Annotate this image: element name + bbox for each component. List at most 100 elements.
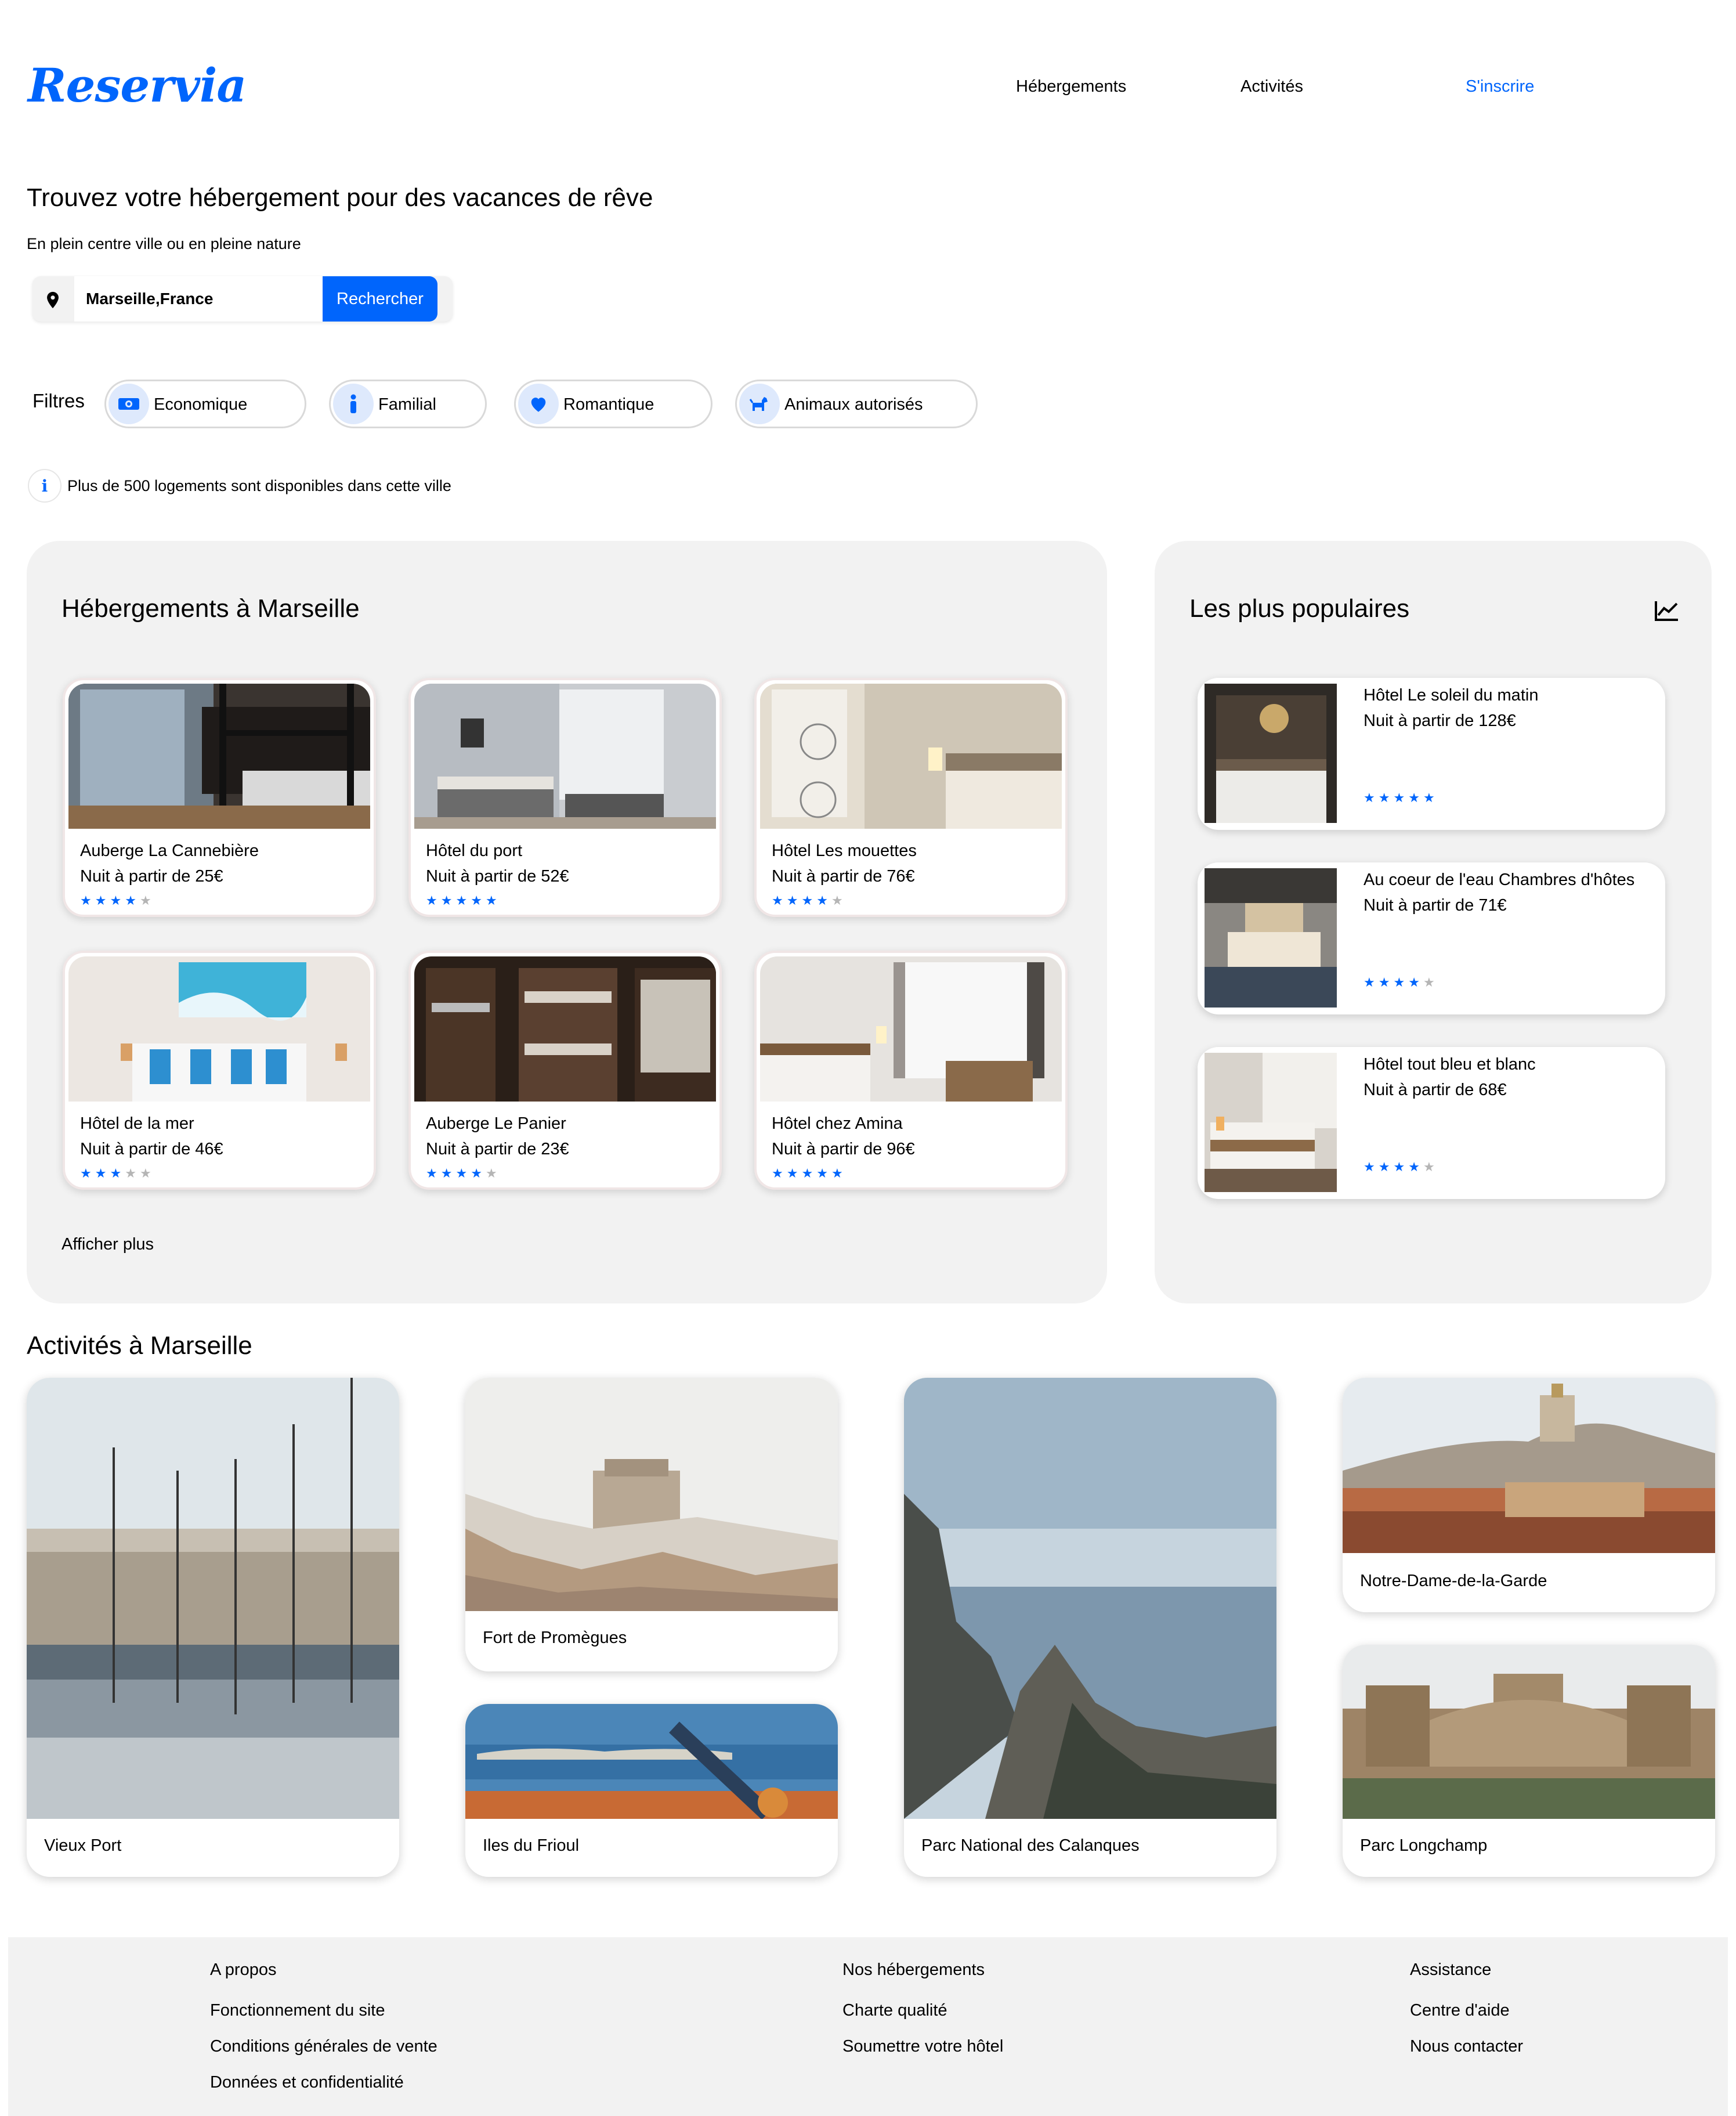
- accommodation-price: Nuit à partir de 46€: [80, 1140, 223, 1158]
- activity-photo: [1343, 1645, 1715, 1819]
- star-filled-icon: ★: [772, 893, 783, 908]
- star-filled-icon: ★: [95, 1166, 107, 1180]
- accommodation-price: Nuit à partir de 25€: [80, 867, 223, 886]
- footer-link[interactable]: Fonctionnement du site: [210, 2001, 385, 2020]
- search-button[interactable]: Rechercher: [323, 276, 437, 322]
- star-filled-icon: ★: [426, 893, 437, 908]
- star-filled-icon: ★: [801, 893, 813, 908]
- popular-card[interactable]: Hôtel tout bleu et blanc Nuit à partir d…: [1198, 1047, 1665, 1199]
- star-filled-icon: ★: [772, 1166, 783, 1180]
- star-filled-icon: ★: [110, 893, 122, 908]
- accommodation-price: Nuit à partir de 23€: [426, 1140, 569, 1158]
- accommodation-card[interactable]: Auberge La Cannebière Nuit à partir de 2…: [63, 678, 376, 917]
- star-filled-icon: ★: [1408, 790, 1420, 805]
- star-filled-icon: ★: [440, 1166, 453, 1180]
- accommodation-card[interactable]: Hôtel de la mer Nuit à partir de 46€ ★ ★ ★…: [63, 951, 376, 1190]
- nav-link-signup[interactable]: S'inscrire: [1466, 77, 1534, 96]
- star-filled-icon: ★: [1378, 790, 1390, 805]
- star-filled-icon: ★: [1393, 975, 1405, 990]
- search-bar: Rechercher: [32, 276, 453, 322]
- footer-link[interactable]: Soumettre votre hôtel: [842, 2037, 1003, 2056]
- filter-economique[interactable]: Economique: [104, 380, 306, 428]
- star-filled-icon: ★: [485, 893, 497, 908]
- info-text: Plus de 500 logements sont disponibles d…: [67, 477, 451, 494]
- popular-name: Hôtel tout bleu et blanc: [1364, 1055, 1536, 1074]
- rating-stars: ★ ★ ★ ★ ★: [1364, 792, 1435, 804]
- footer-link[interactable]: Conditions générales de vente: [210, 2037, 437, 2056]
- accommodation-card[interactable]: Hôtel chez Amina Nuit à partir de 96€ ★ ★…: [754, 951, 1068, 1190]
- accommodation-card[interactable]: Hôtel Les mouettes Nuit à partir de 76€ …: [754, 678, 1068, 917]
- activity-card[interactable]: Parc Longchamp: [1343, 1645, 1715, 1877]
- popular-photo: [1205, 684, 1337, 823]
- dog-icon: [739, 384, 780, 424]
- search-input[interactable]: [86, 276, 318, 322]
- activity-photo: [1343, 1378, 1715, 1553]
- star-filled-icon: ★: [801, 1166, 813, 1180]
- popular-photo: [1205, 868, 1337, 1008]
- activity-name: Iles du Frioul: [483, 1836, 580, 1855]
- accommodation-card[interactable]: Auberge Le Panier Nuit à partir de 23€ ★…: [408, 951, 722, 1190]
- star-empty-icon: ★: [1423, 1160, 1435, 1174]
- rating-stars: ★ ★ ★ ★ ★: [772, 894, 843, 907]
- activity-card[interactable]: Vieux Port: [27, 1378, 399, 1877]
- accommodation-name: Auberge La Cannebière: [80, 842, 259, 860]
- star-empty-icon: ★: [1423, 975, 1435, 990]
- star-filled-icon: ★: [831, 1166, 843, 1180]
- nav-link-hebergements[interactable]: Hébergements: [1016, 77, 1126, 96]
- nav-link-activites[interactable]: Activités: [1240, 77, 1303, 96]
- filter-romantique[interactable]: Romantique: [514, 380, 713, 428]
- footer-heading: A propos: [210, 1960, 277, 1979]
- star-filled-icon: ★: [1378, 1160, 1390, 1174]
- activity-name: Fort de Promègues: [483, 1628, 627, 1647]
- money-icon: [108, 384, 149, 424]
- footer-link[interactable]: Données et confidentialité: [210, 2073, 404, 2092]
- activity-card[interactable]: Notre-Dame-de-la-Garde: [1343, 1378, 1715, 1612]
- filter-label: Romantique: [563, 395, 654, 414]
- star-filled-icon: ★: [426, 1166, 437, 1180]
- star-filled-icon: ★: [1364, 975, 1375, 990]
- activity-card[interactable]: Fort de Promègues: [465, 1378, 838, 1671]
- popular-card[interactable]: Hôtel Le soleil du matin Nuit à partir d…: [1198, 678, 1665, 830]
- accommodation-price: Nuit à partir de 52€: [426, 867, 569, 886]
- footer-link[interactable]: Nous contacter: [1410, 2037, 1523, 2056]
- activity-card[interactable]: Parc National des Calanques: [904, 1378, 1276, 1877]
- map-pin-icon: [43, 290, 63, 310]
- accommodation-photo: [68, 684, 370, 829]
- star-filled-icon: ★: [471, 1166, 482, 1180]
- accommodation-name: Hôtel Les mouettes: [772, 842, 917, 860]
- show-more-link[interactable]: Afficher plus: [62, 1235, 154, 1254]
- star-filled-icon: ★: [1393, 1160, 1405, 1174]
- star-empty-icon: ★: [125, 1166, 136, 1180]
- filter-label: Familial: [378, 395, 436, 414]
- footer-link[interactable]: Charte qualité: [842, 2001, 947, 2020]
- popular-price: Nuit à partir de 128€: [1364, 712, 1516, 730]
- popular-photo: [1205, 1053, 1337, 1192]
- person-icon: [333, 384, 374, 424]
- activity-photo: [465, 1704, 838, 1819]
- footer-link[interactable]: Centre d'aide: [1410, 2001, 1510, 2020]
- popular-price: Nuit à partir de 68€: [1364, 1081, 1507, 1099]
- activity-photo: [27, 1378, 399, 1819]
- star-filled-icon: ★: [80, 1166, 92, 1180]
- activity-name: Vieux Port: [44, 1836, 122, 1855]
- filter-label: Animaux autorisés: [784, 395, 923, 414]
- rating-stars: ★ ★ ★ ★ ★: [80, 1167, 151, 1180]
- popular-card[interactable]: Au coeur de l'eau Chambres d'hôtes Nuit …: [1198, 862, 1665, 1014]
- activity-card[interactable]: Iles du Frioul: [465, 1704, 838, 1877]
- popular-price: Nuit à partir de 71€: [1364, 896, 1507, 915]
- star-filled-icon: ★: [786, 1166, 798, 1180]
- star-filled-icon: ★: [1364, 1160, 1375, 1174]
- star-filled-icon: ★: [110, 1166, 122, 1180]
- activity-name: Parc National des Calanques: [921, 1836, 1140, 1855]
- star-filled-icon: ★: [1393, 790, 1405, 805]
- star-empty-icon: ★: [831, 893, 843, 908]
- brand-logo[interactable]: Reservia: [28, 58, 247, 113]
- filter-familial[interactable]: Familial: [329, 380, 487, 428]
- accommodation-photo: [760, 956, 1062, 1102]
- star-filled-icon: ★: [455, 893, 468, 908]
- popular-title: Les plus populaires: [1189, 594, 1410, 623]
- accommodation-card[interactable]: Hôtel du port Nuit à partir de 52€ ★ ★ ★ ★ ★: [408, 678, 722, 917]
- filter-label: Economique: [154, 395, 248, 414]
- filter-animaux[interactable]: Animaux autorisés: [735, 380, 978, 428]
- accommodation-name: Hôtel du port: [426, 842, 523, 860]
